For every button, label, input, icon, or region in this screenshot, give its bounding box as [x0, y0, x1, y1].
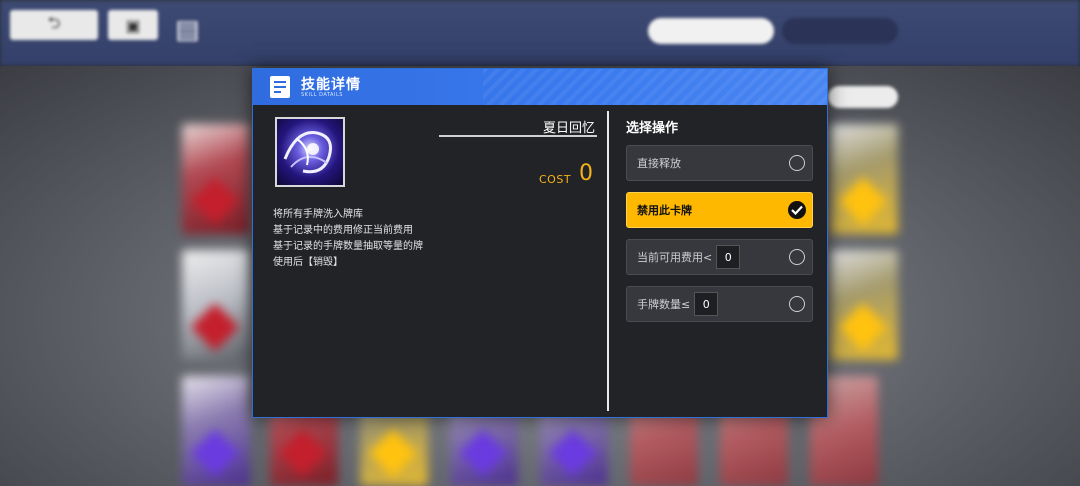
description-line: 基于记录的手牌数量抽取等量的牌 — [273, 241, 423, 252]
skill-name: 夏日回忆 — [542, 121, 595, 136]
description-line: 使用后【销毁】 — [273, 257, 343, 268]
description-line: 将所有手牌洗入牌库 — [273, 209, 363, 220]
dialog-title: 技能详情 — [301, 77, 361, 93]
option-hand-count-at-most[interactable]: 手牌数量≤ 0 — [626, 286, 813, 322]
option-label: 当前可用费用< — [637, 251, 713, 264]
cost-label: COST — [539, 173, 572, 186]
cost-threshold-input[interactable]: 0 — [716, 245, 741, 269]
panel-divider — [607, 111, 609, 411]
deck-icon: ▤ — [175, 15, 200, 45]
dialog-subtitle: SKILL DATAILS — [301, 92, 343, 98]
skill-details-dialog: 技能详情 SKILL DATAILS 夏日回忆 COST 0 将所有手牌洗入牌库… — [252, 68, 828, 418]
document-icon — [270, 76, 290, 98]
description-line: 基于记录中的费用修正当前费用 — [273, 225, 413, 236]
radio-icon[interactable] — [789, 155, 805, 171]
option-label: 禁用此卡牌 — [637, 204, 692, 217]
skill-artwork — [275, 117, 345, 187]
skill-name-underline — [439, 135, 597, 137]
check-icon[interactable] — [788, 201, 806, 219]
dialog-header: 技能详情 SKILL DATAILS — [253, 69, 827, 105]
cost-value: 0 — [579, 161, 593, 186]
option-label: 手牌数量≤ — [637, 298, 691, 311]
option-direct-release[interactable]: 直接释放 — [626, 145, 813, 181]
skill-description: 将所有手牌洗入牌库 基于记录中的费用修正当前费用 基于记录的手牌数量抽取等量的牌… — [273, 207, 423, 271]
operations-title: 选择操作 — [626, 121, 679, 136]
radio-icon[interactable] — [789, 296, 805, 312]
background-title-block: ▤ — [175, 10, 200, 50]
option-label: 直接释放 — [637, 157, 681, 170]
option-disable-card[interactable]: 禁用此卡牌 — [626, 192, 813, 228]
hand-count-input[interactable]: 0 — [694, 292, 719, 316]
home-icon: ▣ — [108, 10, 158, 40]
background-tab-left — [648, 18, 774, 44]
option-current-cost-less-than[interactable]: 当前可用费用< 0 — [626, 239, 813, 275]
background-tab-right — [782, 18, 898, 44]
back-icon: ⮌ — [10, 10, 98, 40]
background-filter-pill — [828, 86, 898, 108]
background-topbar — [0, 0, 1080, 66]
radio-icon[interactable] — [789, 249, 805, 265]
